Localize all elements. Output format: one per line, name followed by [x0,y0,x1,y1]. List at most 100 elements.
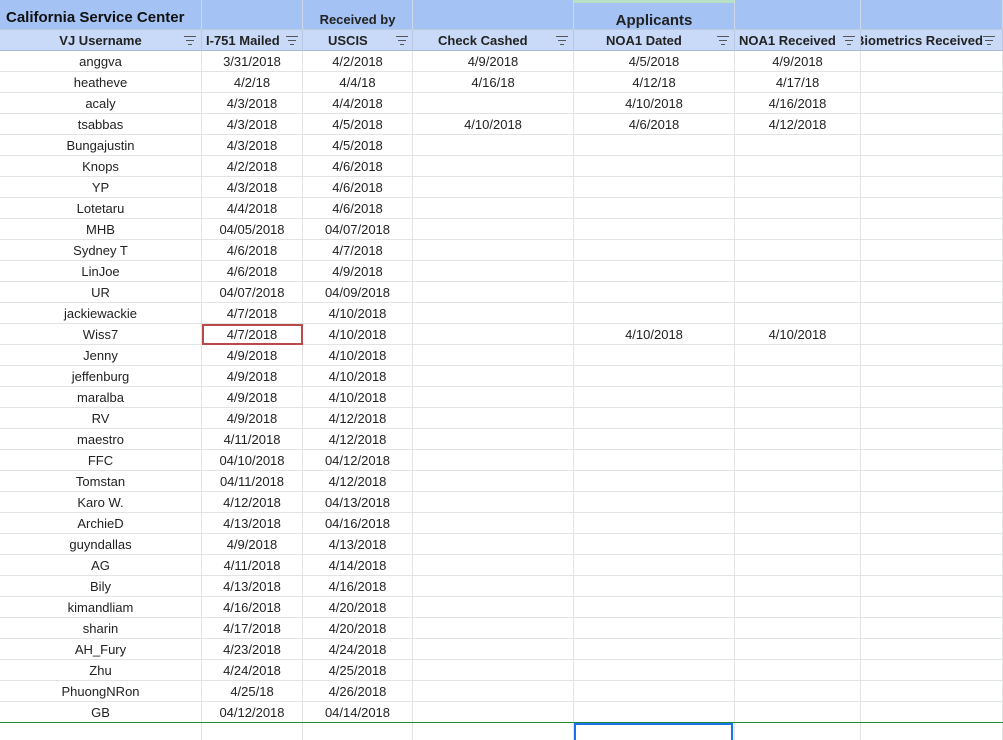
table-cell[interactable]: AH_Fury [0,639,202,660]
table-cell[interactable]: Bungajustin [0,135,202,156]
table-cell[interactable] [413,303,574,324]
table-cell[interactable] [413,282,574,303]
table-cell[interactable]: 4/10/2018 [413,114,574,135]
table-cell[interactable]: 4/10/2018 [303,387,413,408]
table-cell[interactable]: 4/9/2018 [202,345,303,366]
table-cell[interactable] [861,618,1003,639]
title-cell-empty-b[interactable] [202,0,303,30]
table-cell[interactable] [861,219,1003,240]
table-cell[interactable] [735,408,861,429]
table-cell[interactable]: Bily [0,576,202,597]
table-cell[interactable]: 4/10/2018 [574,93,735,114]
table-cell[interactable]: sharin [0,618,202,639]
table-cell[interactable] [735,702,861,723]
table-cell[interactable]: 4/26/2018 [303,681,413,702]
table-cell[interactable]: 4/6/2018 [574,114,735,135]
table-cell[interactable]: Sydney T [0,240,202,261]
table-cell[interactable]: FFC [0,450,202,471]
table-cell[interactable]: AG [0,555,202,576]
table-cell[interactable] [735,156,861,177]
title-cell-empty-d[interactable] [413,0,574,30]
table-cell[interactable] [574,513,735,534]
table-cell[interactable] [574,618,735,639]
table-cell[interactable] [735,618,861,639]
table-cell[interactable]: ArchieD [0,513,202,534]
table-cell[interactable]: 4/3/2018 [202,93,303,114]
table-cell[interactable] [413,450,574,471]
table-cell[interactable] [413,135,574,156]
table-cell[interactable] [861,450,1003,471]
table-cell[interactable] [413,156,574,177]
table-cell[interactable] [413,408,574,429]
table-cell[interactable] [413,597,574,618]
table-cell[interactable]: 4/17/2018 [202,618,303,639]
table-cell[interactable] [861,597,1003,618]
table-cell[interactable]: 4/25/18 [202,681,303,702]
table-cell[interactable] [861,555,1003,576]
table-cell[interactable] [574,345,735,366]
header-uscis[interactable]: USCIS [303,30,413,51]
table-cell[interactable]: jeffenburg [0,366,202,387]
table-cell[interactable] [861,177,1003,198]
table-cell[interactable] [861,702,1003,723]
title-cell-service-center[interactable]: California Service Center [0,0,202,30]
table-cell[interactable]: 04/14/2018 [303,702,413,723]
table-cell[interactable]: Karo W. [0,492,202,513]
table-cell[interactable]: 4/10/2018 [303,345,413,366]
table-cell[interactable] [413,492,574,513]
table-cell[interactable] [735,177,861,198]
table-cell[interactable] [735,660,861,681]
table-cell[interactable] [861,282,1003,303]
table-cell[interactable]: maralba [0,387,202,408]
table-cell[interactable] [574,135,735,156]
table-cell[interactable]: maestro [0,429,202,450]
table-cell[interactable]: 4/7/2018 [303,240,413,261]
table-cell[interactable]: 4/6/2018 [303,198,413,219]
table-cell[interactable] [574,261,735,282]
table-cell[interactable]: Wiss7 [0,324,202,345]
title-cell-received-by[interactable]: Received by [303,0,413,30]
table-cell[interactable]: Jenny [0,345,202,366]
table-cell[interactable] [574,366,735,387]
table-cell[interactable]: 4/10/2018 [303,366,413,387]
table-cell[interactable]: 4/3/2018 [202,135,303,156]
table-cell[interactable]: 4/7/2018 [202,303,303,324]
table-cell[interactable]: 4/16/2018 [735,93,861,114]
table-cell[interactable]: 4/4/2018 [303,93,413,114]
filter-icon[interactable] [556,36,568,45]
table-cell[interactable]: 4/13/2018 [202,576,303,597]
table-cell[interactable] [574,219,735,240]
table-cell[interactable]: 4/4/2018 [202,198,303,219]
table-cell[interactable]: 4/20/2018 [303,597,413,618]
table-cell[interactable]: 4/10/2018 [303,303,413,324]
table-cell[interactable]: 4/9/2018 [735,51,861,72]
table-cell[interactable] [413,576,574,597]
table-cell[interactable]: 4/11/2018 [202,555,303,576]
table-cell[interactable]: 04/10/2018 [202,450,303,471]
table-cell[interactable] [0,723,202,740]
table-cell[interactable] [735,576,861,597]
filter-icon[interactable] [396,36,408,45]
table-cell[interactable]: 4/2/2018 [303,51,413,72]
table-cell[interactable]: 4/23/2018 [202,639,303,660]
table-cell[interactable] [413,429,574,450]
header-biometrics-received[interactable]: Biometrics Received [861,30,1003,51]
table-cell[interactable]: 4/12/2018 [303,429,413,450]
table-cell[interactable] [574,681,735,702]
table-cell[interactable]: 4/3/2018 [202,177,303,198]
table-cell[interactable] [413,219,574,240]
header-noa1-received[interactable]: NOA1 Received [735,30,861,51]
table-cell[interactable] [735,534,861,555]
header-noa1-dated[interactable]: NOA1 Dated [574,30,735,51]
table-cell[interactable]: 4/9/2018 [413,51,574,72]
table-cell[interactable]: Knops [0,156,202,177]
table-cell[interactable]: 4/9/2018 [202,534,303,555]
title-cell-applicants[interactable]: Applicants [574,0,735,30]
table-cell[interactable] [202,723,303,740]
table-cell[interactable] [735,261,861,282]
table-cell[interactable]: 4/16/2018 [303,576,413,597]
table-cell[interactable]: 4/3/2018 [202,114,303,135]
table-cell[interactable] [574,597,735,618]
table-cell[interactable]: guyndallas [0,534,202,555]
table-cell[interactable] [861,429,1003,450]
